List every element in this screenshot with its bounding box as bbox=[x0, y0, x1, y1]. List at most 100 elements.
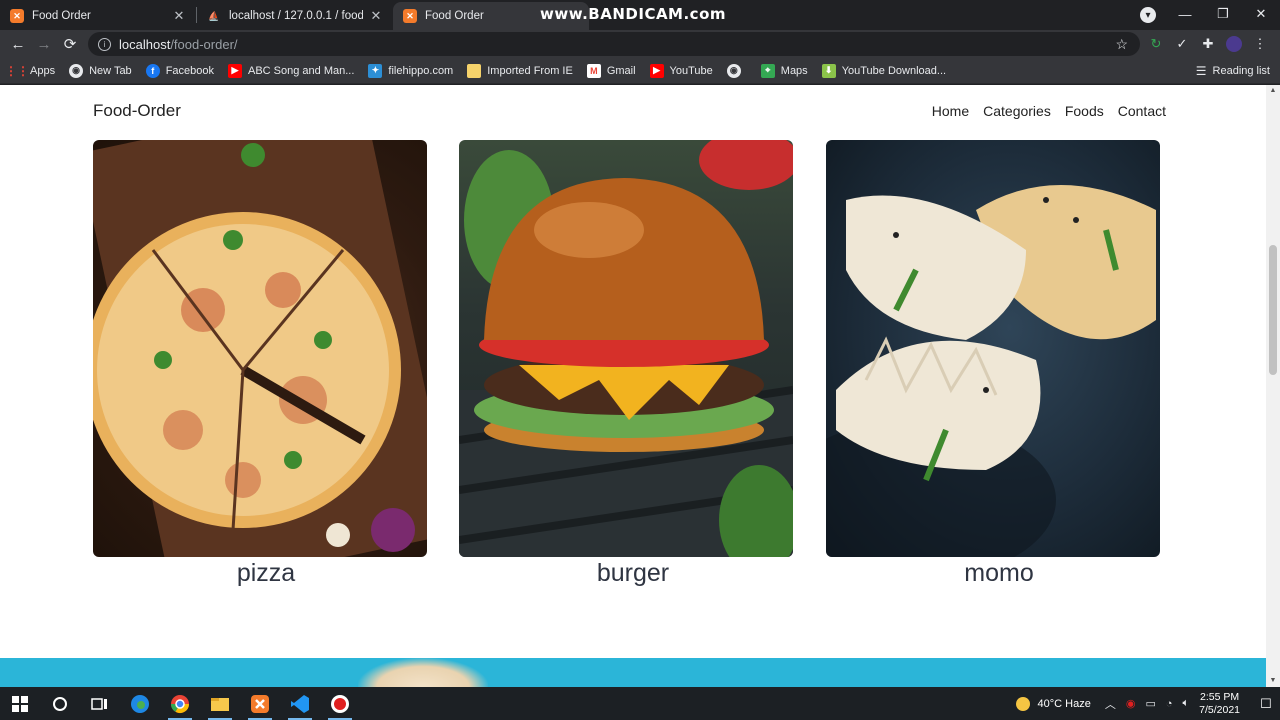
page-viewport: Food-Order Home Categories Foods Contact bbox=[0, 85, 1266, 687]
system-tray: 40°C Haze ︿ ◉ ▭ ◔ 🔈︎ 2:55 PM 7/5/2021 ☐ bbox=[1015, 687, 1280, 720]
bookmark-gmail[interactable]: M Gmail bbox=[586, 63, 636, 78]
windows-start-icon[interactable] bbox=[0, 687, 40, 720]
category-title-pizza[interactable]: pizza bbox=[99, 559, 433, 588]
taskbar-clock[interactable]: 2:55 PM 7/5/2021 bbox=[1199, 691, 1240, 717]
menu-kebab-icon[interactable]: ⋮ bbox=[1252, 36, 1268, 52]
tab-phpmyadmin[interactable]: ⛵ localhost / 127.0.0.1 / food-order ✕ bbox=[197, 2, 393, 30]
reading-list-label: Reading list bbox=[1212, 65, 1270, 77]
xampp-control-icon[interactable] bbox=[240, 687, 280, 720]
bookmark-youtube[interactable]: ▶ YouTube bbox=[649, 63, 713, 78]
site-info-icon[interactable]: i bbox=[98, 37, 111, 51]
bookmark-facebook[interactable]: f Facebook bbox=[145, 63, 214, 78]
bookmark-globe[interactable]: ◉ bbox=[726, 63, 747, 78]
weather-widget[interactable]: 40°C Haze bbox=[1015, 696, 1091, 711]
bookmark-youtube-download[interactable]: ⬇ YouTube Download... bbox=[821, 63, 946, 78]
burger-image bbox=[459, 140, 793, 557]
tab-food-order-1[interactable]: ✕ Food Order ✕ bbox=[0, 2, 196, 30]
minimize-icon[interactable]: — bbox=[1166, 7, 1204, 22]
notification-center-icon[interactable]: ☐ bbox=[1252, 696, 1280, 712]
tab-close-icon[interactable]: ✕ bbox=[172, 8, 186, 24]
task-view-icon[interactable] bbox=[80, 687, 120, 720]
category-card-momo[interactable] bbox=[826, 140, 1160, 557]
browser-tab-strip: ✕ Food Order ✕ ⛵ localhost / 127.0.0.1 /… bbox=[0, 0, 1280, 30]
search-circle-icon[interactable] bbox=[40, 687, 80, 720]
bookmark-label: Apps bbox=[30, 64, 56, 77]
bookmark-label: Facebook bbox=[165, 64, 214, 77]
tray-chevron-up-icon[interactable]: ︿ bbox=[1105, 696, 1116, 712]
category-title-burger[interactable]: burger bbox=[466, 559, 800, 588]
bookmark-label: New Tab bbox=[89, 64, 132, 77]
tray-record-icon[interactable]: ◉ bbox=[1126, 697, 1136, 710]
bandicam-record-icon[interactable] bbox=[320, 687, 360, 720]
menu-categories[interactable]: Categories bbox=[983, 103, 1051, 119]
file-explorer-icon[interactable] bbox=[200, 687, 240, 720]
clock-date: 7/5/2021 bbox=[1199, 703, 1240, 716]
back-arrow-icon[interactable]: ← bbox=[5, 31, 31, 57]
extensions-puzzle-icon[interactable]: ✚ bbox=[1200, 36, 1216, 52]
windows-taskbar: 40°C Haze ︿ ◉ ▭ ◔ 🔈︎ 2:55 PM 7/5/2021 ☐ bbox=[0, 687, 1280, 720]
xampp-favicon-icon: ✕ bbox=[10, 9, 24, 23]
browser-toolbar: ← → ⟳ i localhost/food-order/ ☆ ↻ ✓ ✚ ⋮ bbox=[0, 30, 1280, 58]
phpmyadmin-favicon-icon: ⛵ bbox=[208, 10, 220, 21]
youtube-icon: ▶ bbox=[228, 63, 242, 78]
category-title-momo[interactable]: momo bbox=[832, 559, 1166, 588]
pizza-image bbox=[93, 140, 427, 557]
menu-home[interactable]: Home bbox=[932, 103, 969, 119]
scroll-up-icon[interactable]: ▲ bbox=[1269, 87, 1277, 95]
close-window-icon[interactable]: ✕ bbox=[1242, 6, 1280, 22]
maps-icon: ⌖ bbox=[760, 63, 775, 78]
edge-browser-icon[interactable] bbox=[120, 687, 160, 720]
vscode-icon[interactable] bbox=[280, 687, 320, 720]
site-menu: Home Categories Foods Contact bbox=[932, 103, 1166, 119]
facebook-icon: f bbox=[145, 63, 160, 78]
volume-icon[interactable]: 🔈︎ bbox=[1183, 697, 1190, 710]
tab-search-icon[interactable]: ▾ bbox=[1140, 7, 1156, 23]
extension-checkmark-icon[interactable]: ✓ bbox=[1174, 36, 1190, 52]
forward-arrow-icon[interactable]: → bbox=[31, 31, 57, 57]
reading-list-icon: ☰ bbox=[1195, 64, 1207, 78]
food-search-section-top bbox=[0, 658, 1266, 687]
maximize-icon[interactable]: ❐ bbox=[1204, 6, 1242, 22]
screen: ✕ Food Order ✕ ⛵ localhost / 127.0.0.1 /… bbox=[0, 0, 1280, 720]
folder-icon bbox=[467, 63, 482, 78]
site-logo[interactable]: Food-Order bbox=[93, 101, 181, 121]
page-scrollbar[interactable]: ▲ ▼ bbox=[1266, 85, 1280, 687]
filehippo-icon: ✦ bbox=[368, 63, 383, 78]
bookmark-label: ABC Song and Man... bbox=[248, 64, 355, 77]
reading-list-button[interactable]: ☰ Reading list bbox=[1196, 58, 1270, 84]
clock-time: 2:55 PM bbox=[1200, 690, 1240, 703]
globe-icon: ◉ bbox=[69, 63, 84, 78]
bookmark-imported-ie[interactable]: Imported From IE bbox=[467, 63, 573, 78]
scroll-down-icon[interactable]: ▼ bbox=[1269, 677, 1277, 685]
menu-contact[interactable]: Contact bbox=[1118, 103, 1166, 119]
address-host: localhost bbox=[119, 36, 171, 52]
bookmark-star-icon[interactable]: ☆ bbox=[1115, 36, 1128, 53]
scrollbar-thumb[interactable] bbox=[1269, 245, 1277, 375]
bookmark-label: Gmail bbox=[606, 64, 636, 77]
bookmark-apps[interactable]: ⋮⋮ Apps bbox=[5, 63, 56, 78]
chrome-browser-icon[interactable] bbox=[160, 687, 200, 720]
reload-icon[interactable]: ⟳ bbox=[57, 31, 83, 57]
category-card-burger[interactable] bbox=[459, 140, 793, 557]
globe-icon: ◉ bbox=[726, 63, 741, 78]
address-bar[interactable]: i localhost/food-order/ ☆ bbox=[88, 32, 1140, 56]
extension-refresh-icon[interactable]: ↻ bbox=[1148, 36, 1164, 52]
bookmark-label: YouTube bbox=[669, 64, 713, 77]
tab-close-icon[interactable]: ✕ bbox=[369, 8, 383, 24]
menu-foods[interactable]: Foods bbox=[1065, 103, 1104, 119]
download-icon: ⬇ bbox=[821, 63, 836, 78]
apps-grid-icon: ⋮⋮ bbox=[5, 63, 29, 78]
xampp-favicon-icon: ✕ bbox=[403, 9, 417, 23]
bookmark-maps[interactable]: ⌖ Maps bbox=[760, 63, 808, 78]
profile-avatar[interactable] bbox=[1226, 36, 1242, 52]
bookmark-abc-song[interactable]: ▶ ABC Song and Man... bbox=[228, 63, 355, 78]
momo-image bbox=[826, 185, 1156, 557]
bookmark-filehippo[interactable]: ✦ filehippo.com bbox=[368, 63, 453, 78]
tab-title: localhost / 127.0.0.1 / food-order bbox=[229, 10, 363, 22]
category-card-pizza[interactable] bbox=[93, 140, 427, 557]
bookmark-label: Maps bbox=[780, 64, 808, 77]
bookmark-label: Imported From IE bbox=[487, 64, 573, 77]
wifi-icon[interactable]: ◔ bbox=[1166, 698, 1173, 710]
bookmark-new-tab[interactable]: ◉ New Tab bbox=[69, 63, 132, 78]
battery-icon[interactable]: ▭ bbox=[1145, 697, 1155, 710]
